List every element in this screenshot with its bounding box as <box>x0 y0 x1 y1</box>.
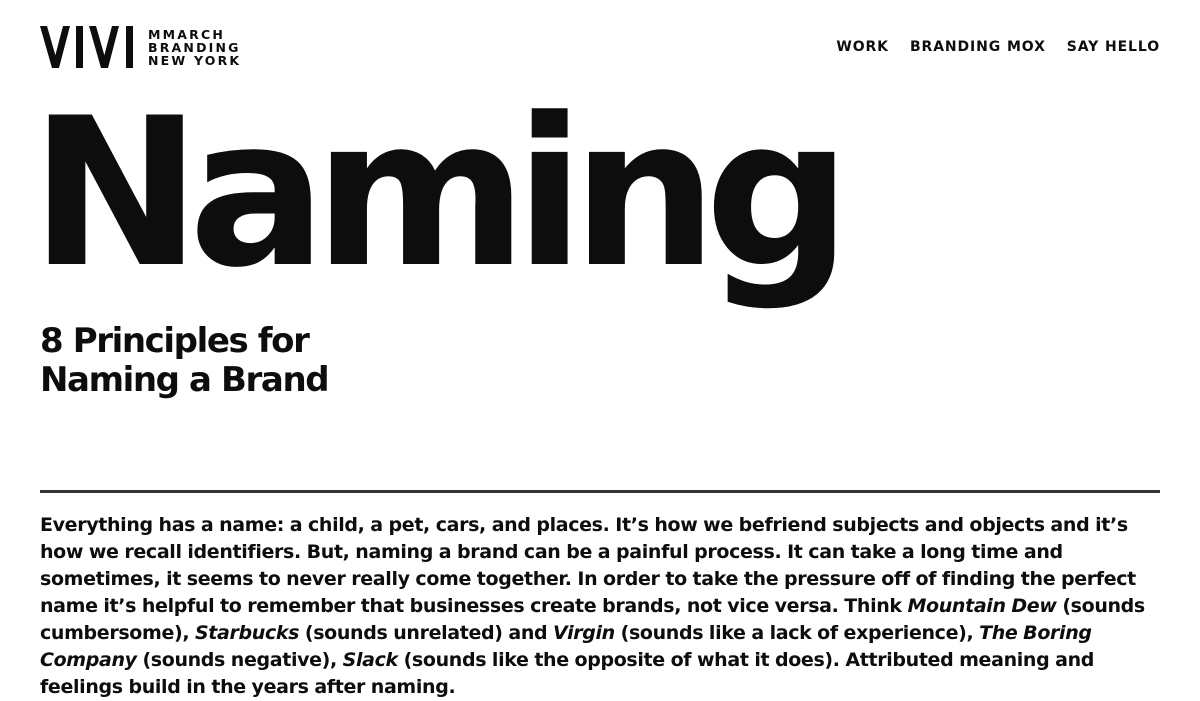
paragraph-text: (sounds like a lack of experience), <box>614 622 980 644</box>
page-title: Naming <box>30 75 851 313</box>
brand-example-name: Virgin <box>553 622 615 644</box>
paragraph-text: (sounds unrelated) and <box>299 622 554 644</box>
brand-logo-link[interactable]: MMARCH BRANDING NEW YORK <box>40 26 241 68</box>
brand-example-name: Slack <box>342 649 399 671</box>
nav-link-branding-mox[interactable]: BRANDING MOX <box>910 39 1046 55</box>
site-header: MMARCH BRANDING NEW YORK WORK BRANDING M… <box>40 26 1160 70</box>
subtitle-line-1: 8 Principles for <box>40 321 310 361</box>
paragraph-text: (sounds negative), <box>136 649 343 671</box>
brand-name-line3: NEW YORK <box>148 53 242 68</box>
brand-example-name: Starbucks <box>194 622 300 644</box>
nav-link-say-hello[interactable]: SAY HELLO <box>1067 39 1160 55</box>
subtitle-line-2: Naming a Brand <box>40 360 330 400</box>
mmarch-logo-icon <box>40 26 133 68</box>
brand-example-name: Mountain Dew <box>907 595 1057 617</box>
main-nav: WORK BRANDING MOX SAY HELLO <box>836 39 1160 55</box>
section-divider <box>40 490 1160 493</box>
intro-paragraph: Everything has a name: a child, a pet, c… <box>40 512 1172 701</box>
nav-link-work[interactable]: WORK <box>836 39 889 55</box>
page-subtitle: 8 Principles for Naming a Brand <box>40 321 330 400</box>
brand-wordmark: MMARCH BRANDING NEW YORK <box>148 28 241 67</box>
